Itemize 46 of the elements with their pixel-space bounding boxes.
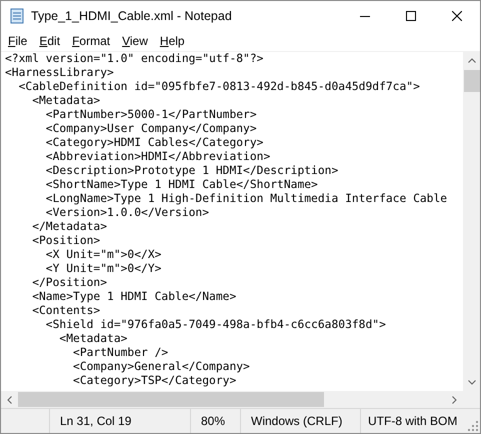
code-line: <Shield id="976fa0a5-7049-498a-bfb4-c6cc6a803f8d"> <box>44 318 386 332</box>
maximize-icon <box>406 11 416 21</box>
scroll-down-icon[interactable] <box>468 380 476 385</box>
code-line: <Metadata> <box>58 332 128 346</box>
code-line: <Contents> <box>31 304 100 318</box>
code-line: <Category>TSP</Category> <box>72 374 236 388</box>
code-line: <ShortName>Type 1 HDMI Cable</ShortName> <box>44 178 318 192</box>
code-line: </Metadata> <box>31 220 108 234</box>
menu-item[interactable]: View <box>117 33 155 49</box>
menu-item[interactable]: Edit <box>34 33 68 49</box>
horizontal-scrollbar[interactable] <box>1 391 463 408</box>
code-line: <Version>1.0.0</Version> <box>44 206 210 220</box>
code-line: </Position> <box>31 276 108 290</box>
code-line: <PartNumber /> <box>72 346 168 360</box>
close-icon <box>452 11 462 21</box>
vertical-scrollbar[interactable] <box>463 52 480 391</box>
code-line: <CableDefinition id="095fbfe7-0813-492d-b845-d0a45d9df7ca"> <box>18 80 420 94</box>
scroll-left-icon[interactable] <box>7 396 12 404</box>
scroll-right-icon[interactable] <box>452 396 457 404</box>
menu-item[interactable]: Format <box>67 33 118 49</box>
status-text: 80% <box>191 409 241 433</box>
notepad-icon <box>9 8 25 24</box>
status-text: Ln 31, Col 19 <box>50 409 191 433</box>
code-line: <Abbreviation>HDMI</Abbreviation> <box>44 150 270 164</box>
code-line: <LongName>Type 1 High-Definition Multimedia Interface Cable <box>44 192 448 206</box>
code-line: <X Unit="m">0</X> <box>44 248 162 262</box>
scrollbar-thumb[interactable] <box>464 70 480 92</box>
code-line: <Metadata> <box>31 94 100 108</box>
code-line: <Company>General</Company> <box>72 360 250 374</box>
scroll-up-icon[interactable] <box>468 58 476 63</box>
status-text: Windows (CRLF) <box>241 409 361 433</box>
code-line: <Name>Type 1 HDMI Cable</Name> <box>31 290 236 304</box>
code-line: <HarnessLibrary> <box>5 66 114 80</box>
code-line: <Category>HDMI Cables</Category> <box>44 136 264 150</box>
code-line: <PartNumber>5000-1</PartNumber> <box>44 108 257 122</box>
code-line: <Description>Prototype 1 HDMI</Description> <box>44 164 338 178</box>
code-line: <Company>User Company</Company> <box>44 122 257 136</box>
window-title: Type_1_HDMI_Cable.xml - Notepad <box>31 9 232 23</box>
code-line: <Y Unit="m">0</Y> <box>44 262 162 276</box>
scrollbar-thumb[interactable] <box>18 392 324 407</box>
menu-item[interactable]: File <box>3 33 34 49</box>
code-line: <Position> <box>31 234 100 248</box>
menu-item[interactable]: Help <box>154 33 192 49</box>
status-text: UTF-8 with BOM <box>367 413 458 430</box>
resize-grip-icon[interactable] <box>468 421 478 431</box>
code-line: <?xml version="1.0" encoding="utf-8"?> <box>5 52 264 66</box>
